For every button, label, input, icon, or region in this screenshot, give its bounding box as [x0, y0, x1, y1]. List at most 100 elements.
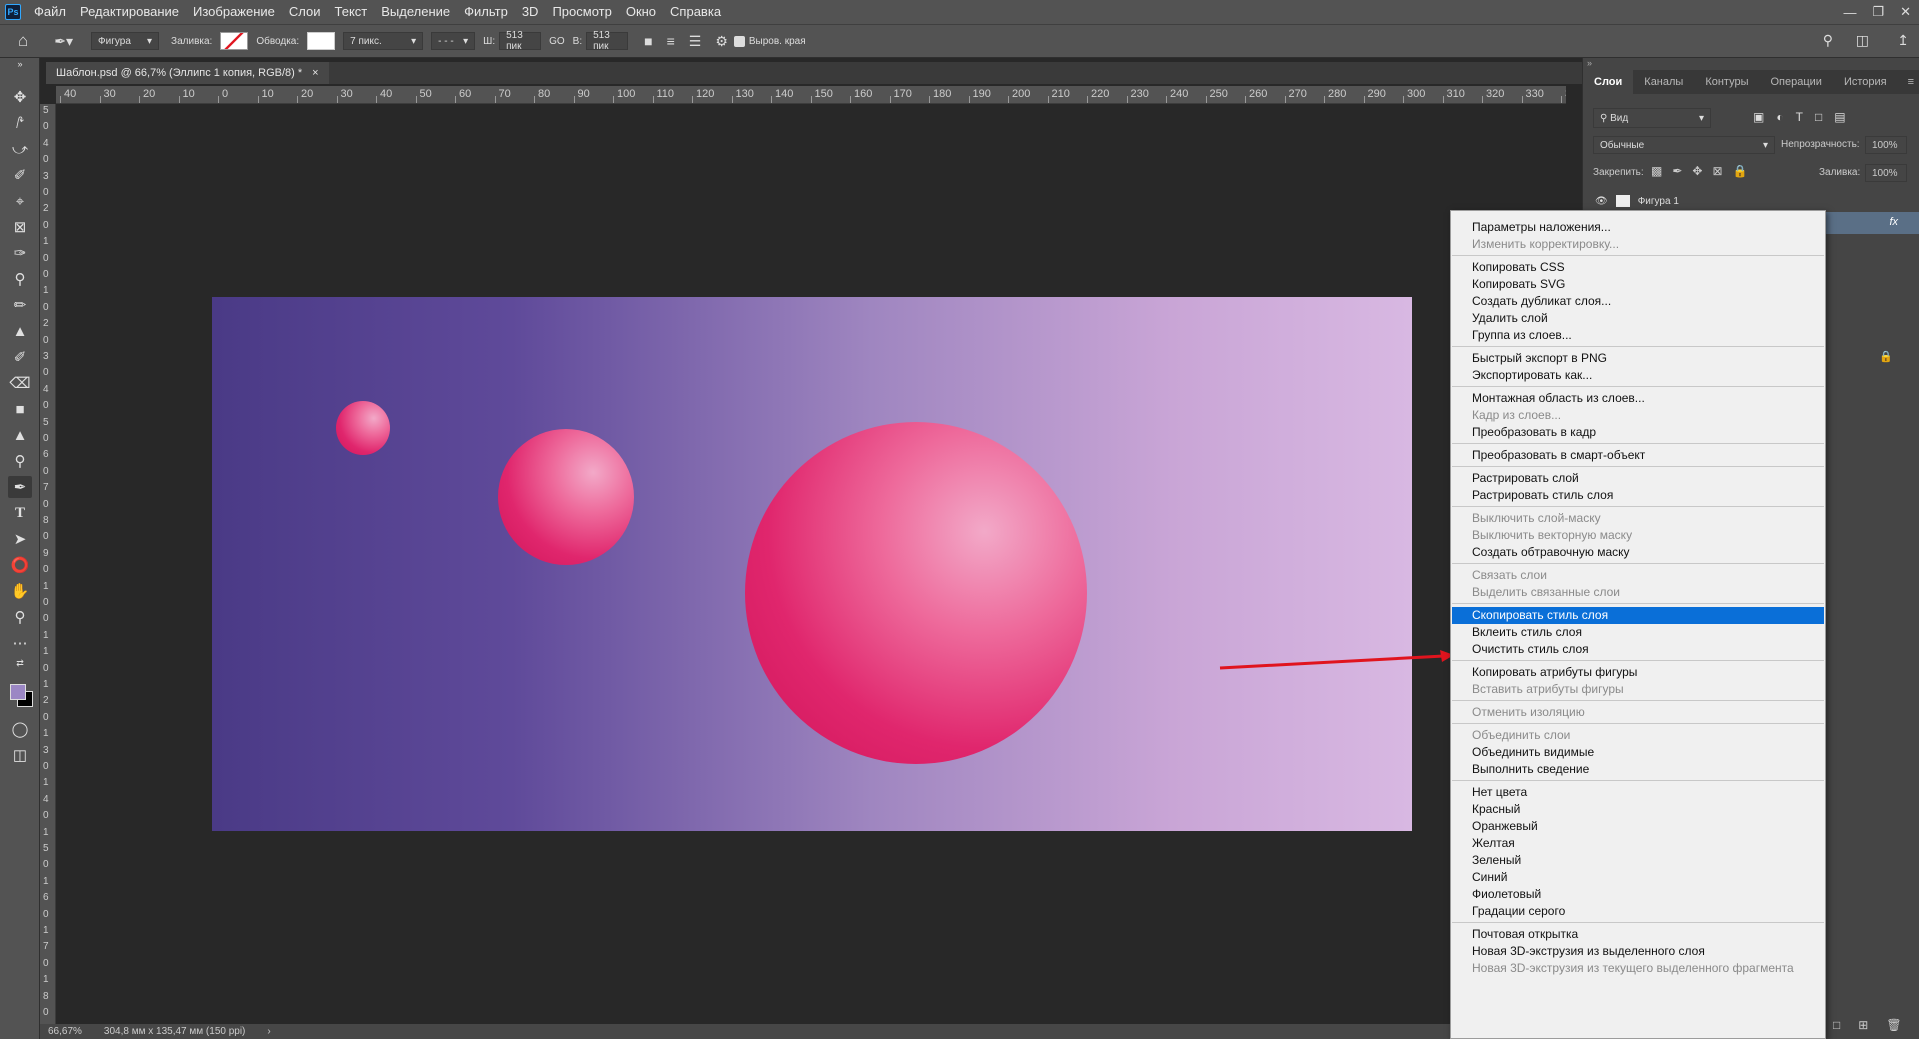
restore-icon[interactable]: ❐ — [1872, 4, 1884, 20]
panel-menu-icon[interactable]: ≡ — [1908, 70, 1914, 94]
gear-icon[interactable]: ⚙ — [715, 33, 728, 50]
new-layer-icon[interactable]: ⊞ — [1858, 1018, 1868, 1032]
menu-window[interactable]: Окно — [619, 0, 663, 24]
lock-pixels-icon[interactable]: ✒ — [1672, 164, 1682, 178]
lock-position-icon[interactable]: ✥ — [1692, 164, 1702, 178]
fill-input[interactable]: 100% — [1865, 164, 1907, 182]
menu-layers[interactable]: Слои — [282, 0, 328, 24]
large-sphere[interactable] — [745, 422, 1087, 764]
zoom-level[interactable]: 66,67% — [48, 1026, 82, 1037]
context-menu-item[interactable]: Синий — [1452, 869, 1824, 886]
lock-artboard-icon[interactable]: ⊠ — [1712, 164, 1722, 178]
context-menu-item[interactable]: Удалить слой — [1452, 310, 1824, 327]
menu-select[interactable]: Выделение — [374, 0, 457, 24]
menu-edit[interactable]: Редактирование — [73, 0, 186, 24]
frame-tool-icon[interactable]: ⊠ — [8, 216, 32, 238]
trash-icon[interactable]: 🗑 — [1886, 1018, 1901, 1032]
new-group-icon[interactable]: □ — [1833, 1018, 1840, 1032]
context-menu-item[interactable]: Преобразовать в кадр — [1452, 424, 1824, 441]
context-menu-item[interactable]: Преобразовать в смарт-объект — [1452, 447, 1824, 464]
context-menu-item[interactable]: Фиолетовый — [1452, 886, 1824, 903]
opacity-input[interactable]: 100% — [1865, 136, 1907, 154]
eraser-tool-icon[interactable]: ⌫ — [8, 372, 32, 394]
zoom-tool-icon[interactable]: ⚲ — [8, 606, 32, 628]
small-sphere[interactable] — [336, 401, 390, 455]
type-filter-icon[interactable]: T — [1796, 110, 1803, 124]
pixel-filter-icon[interactable]: ▣ — [1753, 110, 1764, 124]
history-brush-tool-icon[interactable]: ✐ — [8, 346, 32, 368]
context-menu-item[interactable]: Желтая — [1452, 835, 1824, 852]
stroke-swatch[interactable] — [307, 32, 336, 50]
status-chevron-icon[interactable]: › — [267, 1026, 270, 1037]
foreground-color-swatch[interactable] — [10, 684, 26, 700]
context-menu-item[interactable]: Быстрый экспорт в PNG — [1452, 350, 1824, 367]
menu-file[interactable]: Файл — [27, 0, 73, 24]
context-menu-item[interactable]: Зеленый — [1452, 852, 1824, 869]
tab-history[interactable]: История — [1833, 70, 1898, 94]
path-alignment-icon[interactable]: ≡ — [667, 33, 675, 49]
fill-swatch[interactable] — [220, 32, 249, 50]
menu-type[interactable]: Текст — [328, 0, 375, 24]
context-menu-item[interactable]: Объединить видимые — [1452, 744, 1824, 761]
context-menu-item[interactable]: Копировать SVG — [1452, 276, 1824, 293]
screen-mode-icon[interactable]: ◫ — [8, 744, 32, 766]
collapse-toolbar-icon[interactable]: » — [8, 58, 32, 70]
dodge-tool-icon[interactable]: ⚲ — [8, 450, 32, 472]
path-operations-icon[interactable]: ■ — [644, 33, 652, 49]
quick-mask-icon[interactable]: ◯ — [8, 718, 32, 740]
close-icon[interactable]: ✕ — [1900, 4, 1911, 20]
layer-effects-icon[interactable]: fx — [1889, 216, 1898, 228]
tab-layers[interactable]: Слои — [1583, 70, 1634, 94]
path-selection-tool-icon[interactable]: ➤ — [8, 528, 32, 550]
copy-layer-style-menu-item[interactable]: Скопировать стиль слоя — [1452, 607, 1824, 624]
workspace-icon[interactable]: ◫ — [1856, 32, 1869, 49]
shape-filter-icon[interactable]: □ — [1815, 110, 1822, 124]
clone-stamp-tool-icon[interactable]: ▲ — [8, 320, 32, 342]
eyedropper-tool-icon[interactable]: ✑ — [8, 242, 32, 264]
context-menu-item[interactable]: Растрировать слой — [1452, 470, 1824, 487]
width-input[interactable]: 513 пик — [499, 30, 542, 52]
medium-sphere[interactable] — [498, 429, 634, 565]
link-dimensions-icon[interactable]: GO — [549, 36, 565, 47]
context-menu-item[interactable]: Красный — [1452, 801, 1824, 818]
brush-tool-icon[interactable]: ✏ — [8, 294, 32, 316]
context-menu-item[interactable]: Копировать CSS — [1452, 259, 1824, 276]
blur-tool-icon[interactable]: ▲ — [8, 424, 32, 446]
shape-mode-dropdown[interactable]: Фигура ▾ — [91, 32, 160, 50]
context-menu-item[interactable]: Оранжевый — [1452, 818, 1824, 835]
context-menu-item[interactable]: Монтажная область из слоев... — [1452, 390, 1824, 407]
artboard-image[interactable] — [212, 297, 1412, 831]
swap-colors-icon[interactable]: ⇄ — [8, 656, 32, 670]
lock-transparency-icon[interactable]: ▩ — [1651, 164, 1662, 178]
context-menu-item[interactable]: Очистить стиль слоя — [1452, 641, 1824, 658]
context-menu-item[interactable]: Почтовая открытка — [1452, 926, 1824, 943]
more-tools-icon[interactable]: ⋯ — [8, 632, 32, 654]
ellipse-tool-icon[interactable]: ⭕ — [8, 554, 32, 576]
menu-help[interactable]: Справка — [663, 0, 728, 24]
adjustment-filter-icon[interactable]: ◐ — [1776, 110, 1783, 124]
home-icon[interactable]: ⌂ — [18, 31, 28, 51]
healing-brush-tool-icon[interactable]: ⚲ — [8, 268, 32, 290]
close-tab-icon[interactable]: × — [312, 67, 318, 79]
document-tab[interactable]: Шаблон.psd @ 66,7% (Эллипс 1 копия, RGB/… — [46, 62, 329, 84]
layer-filter-dropdown[interactable]: ⚲ Вид ▾ — [1593, 108, 1711, 128]
context-menu-item[interactable]: Создать дубликат слоя... — [1452, 293, 1824, 310]
type-tool-icon[interactable]: T — [8, 502, 32, 524]
visibility-eye-icon[interactable]: 👁 — [1595, 196, 1608, 207]
context-menu-item[interactable]: Группа из слоев... — [1452, 327, 1824, 344]
context-menu-item[interactable]: Экспортировать как... — [1452, 367, 1824, 384]
blend-mode-dropdown[interactable]: Обычные ▾ — [1593, 136, 1775, 154]
menu-view[interactable]: Просмотр — [545, 0, 618, 24]
hand-tool-icon[interactable]: ✋ — [8, 580, 32, 602]
lasso-tool-icon[interactable]: ⤻ — [8, 138, 32, 160]
context-menu-item[interactable]: Создать обтравочную маску — [1452, 544, 1824, 561]
context-menu-item[interactable]: Новая 3D-экструзия из выделенного слоя — [1452, 943, 1824, 960]
align-edges-checkbox[interactable] — [733, 35, 745, 47]
tab-actions[interactable]: Операции — [1760, 70, 1833, 94]
menu-image[interactable]: Изображение — [186, 0, 282, 24]
search-icon[interactable]: ⚲ — [1823, 32, 1833, 49]
height-input[interactable]: 513 пик — [586, 30, 629, 52]
tab-paths[interactable]: Контуры — [1694, 70, 1759, 94]
context-menu-item[interactable]: Параметры наложения... — [1452, 219, 1824, 236]
stroke-type-dropdown[interactable]: - - - ▾ — [431, 32, 476, 50]
